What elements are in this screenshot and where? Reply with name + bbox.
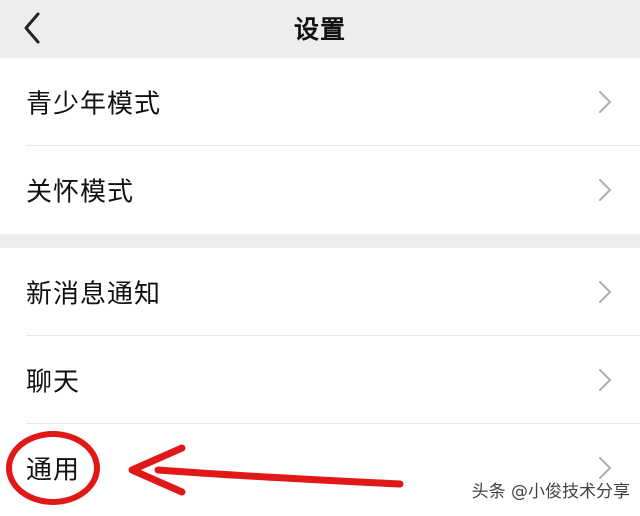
settings-item-label: 青少年模式	[26, 89, 162, 120]
settings-group-1: 青少年模式 关怀模式	[0, 58, 640, 234]
page-title: 设置	[293, 15, 346, 44]
settings-item-care-mode[interactable]: 关怀模式	[0, 146, 640, 234]
settings-screen: 设置 青少年模式 关怀模式 新消息通知 聊天 通用 头条 @小俊技术分享	[0, 0, 640, 516]
chevron-right-icon	[598, 178, 612, 202]
chevron-right-icon	[598, 456, 612, 480]
settings-item-label: 聊天	[26, 367, 81, 398]
chevron-right-icon	[598, 90, 612, 114]
settings-item-label: 新消息通知	[26, 279, 162, 310]
settings-item-general[interactable]: 通用	[0, 424, 640, 512]
settings-item-chat[interactable]: 聊天	[0, 336, 640, 424]
settings-item-label: 关怀模式	[26, 177, 135, 208]
settings-group-2: 新消息通知 聊天 通用	[0, 248, 640, 516]
chevron-right-icon	[598, 280, 612, 304]
settings-item-teen-mode[interactable]: 青少年模式	[0, 58, 640, 146]
settings-item-new-message-notifications[interactable]: 新消息通知	[0, 248, 640, 336]
chevron-right-icon	[598, 368, 612, 392]
settings-item-label: 通用	[26, 455, 81, 486]
nav-header: 设置	[0, 0, 640, 58]
